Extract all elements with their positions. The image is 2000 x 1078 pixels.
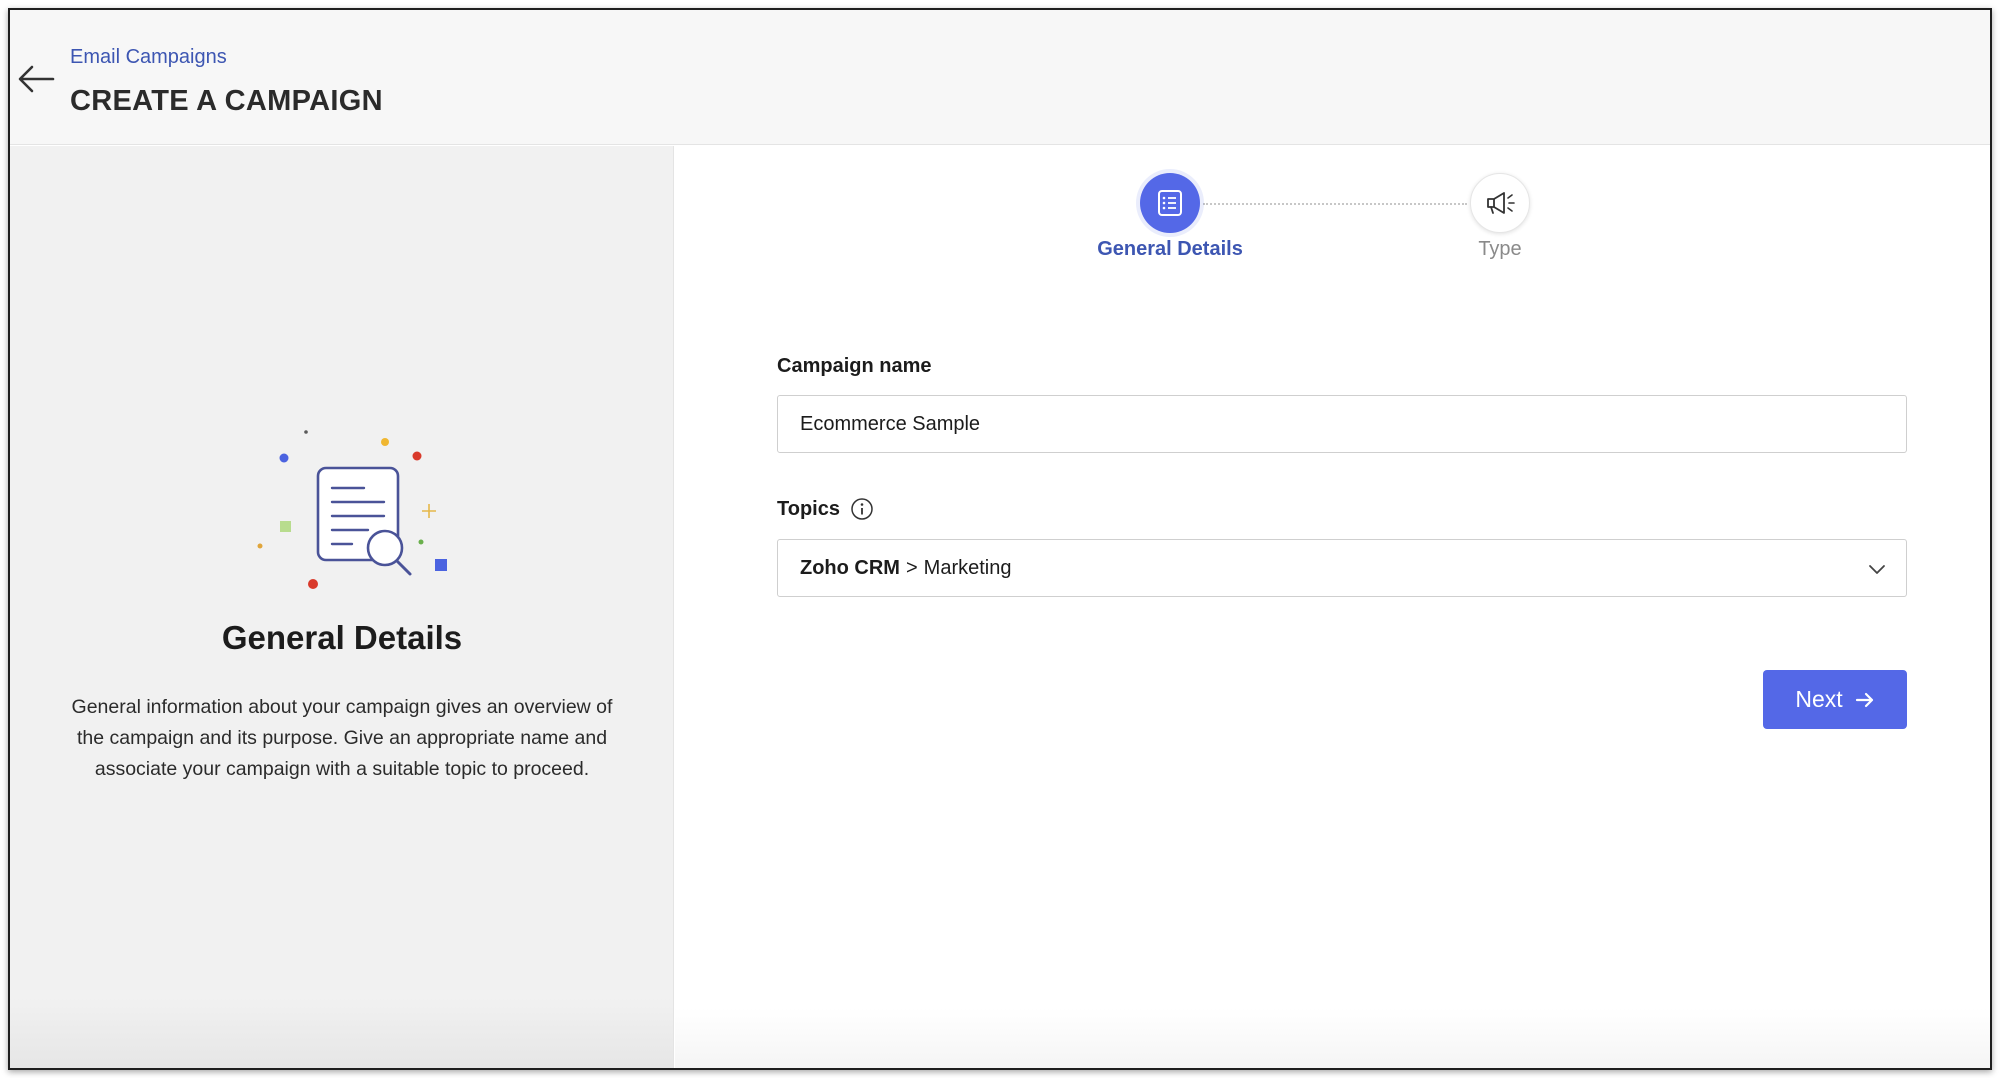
step-label-general-details[interactable]: General Details <box>1060 238 1280 261</box>
page-title: CREATE A CAMPAIGN <box>70 85 383 117</box>
panel-fade-right <box>675 1008 1990 1068</box>
topics-select[interactable]: Zoho CRM > Marketing <box>777 539 1907 597</box>
panel-fade <box>10 998 673 1068</box>
chevron-down-icon <box>1869 565 1885 574</box>
list-document-icon <box>1158 190 1182 216</box>
info-panel: General Details General information abou… <box>10 146 674 1068</box>
document-search-icon <box>257 430 447 589</box>
step-type[interactable] <box>1470 173 1530 233</box>
campaign-name-label: Campaign name <box>777 355 932 377</box>
next-button[interactable]: Next <box>1763 670 1907 729</box>
topic-child: Marketing <box>923 556 1012 579</box>
info-description: General information about your campaign … <box>71 696 613 780</box>
megaphone-icon <box>1487 192 1515 214</box>
topics-label: Topics <box>777 497 840 520</box>
arrow-right-icon <box>1855 692 1873 707</box>
topic-parent: Zoho CRM <box>800 556 900 579</box>
breadcrumb-email-campaigns[interactable]: Email Campaigns <box>70 46 227 69</box>
step-label-type[interactable]: Type <box>1390 238 1610 261</box>
back-button[interactable] <box>12 55 60 103</box>
topic-separator: > <box>905 556 918 579</box>
app-window: Email Campaigns CREATE A CAMPAIGN Genera… <box>8 8 1992 1070</box>
next-button-label: Next <box>1795 686 1843 712</box>
campaign-name-input[interactable] <box>777 395 1907 453</box>
step-general-details[interactable] <box>1140 173 1200 233</box>
step-connector <box>1203 203 1467 205</box>
info-heading: General Details <box>221 619 463 656</box>
topics-label-row: Topics <box>777 497 874 521</box>
arrow-left-icon <box>18 65 55 93</box>
info-icon[interactable] <box>850 497 874 521</box>
page-header: Email Campaigns CREATE A CAMPAIGN <box>10 10 1990 145</box>
form-panel: General Details Type Campaign name Topic… <box>675 146 1990 1068</box>
